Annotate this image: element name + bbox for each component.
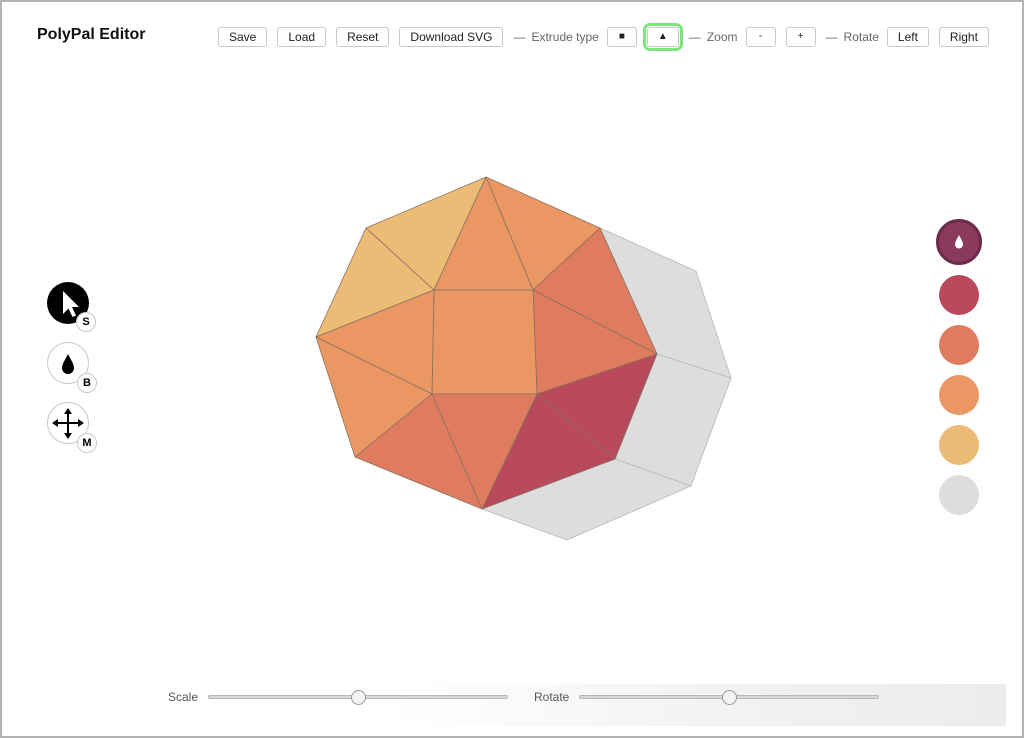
scale-slider-thumb[interactable]: [350, 690, 366, 705]
drawing-canvas[interactable]: [0, 0, 1024, 738]
rotate-slider-thumb[interactable]: [721, 690, 737, 705]
rotate-slider-label: Rotate: [534, 690, 570, 704]
footer-shade: [390, 684, 1006, 726]
shape-polygon[interactable]: [431, 289, 538, 395]
scale-slider-label: Scale: [168, 690, 199, 704]
